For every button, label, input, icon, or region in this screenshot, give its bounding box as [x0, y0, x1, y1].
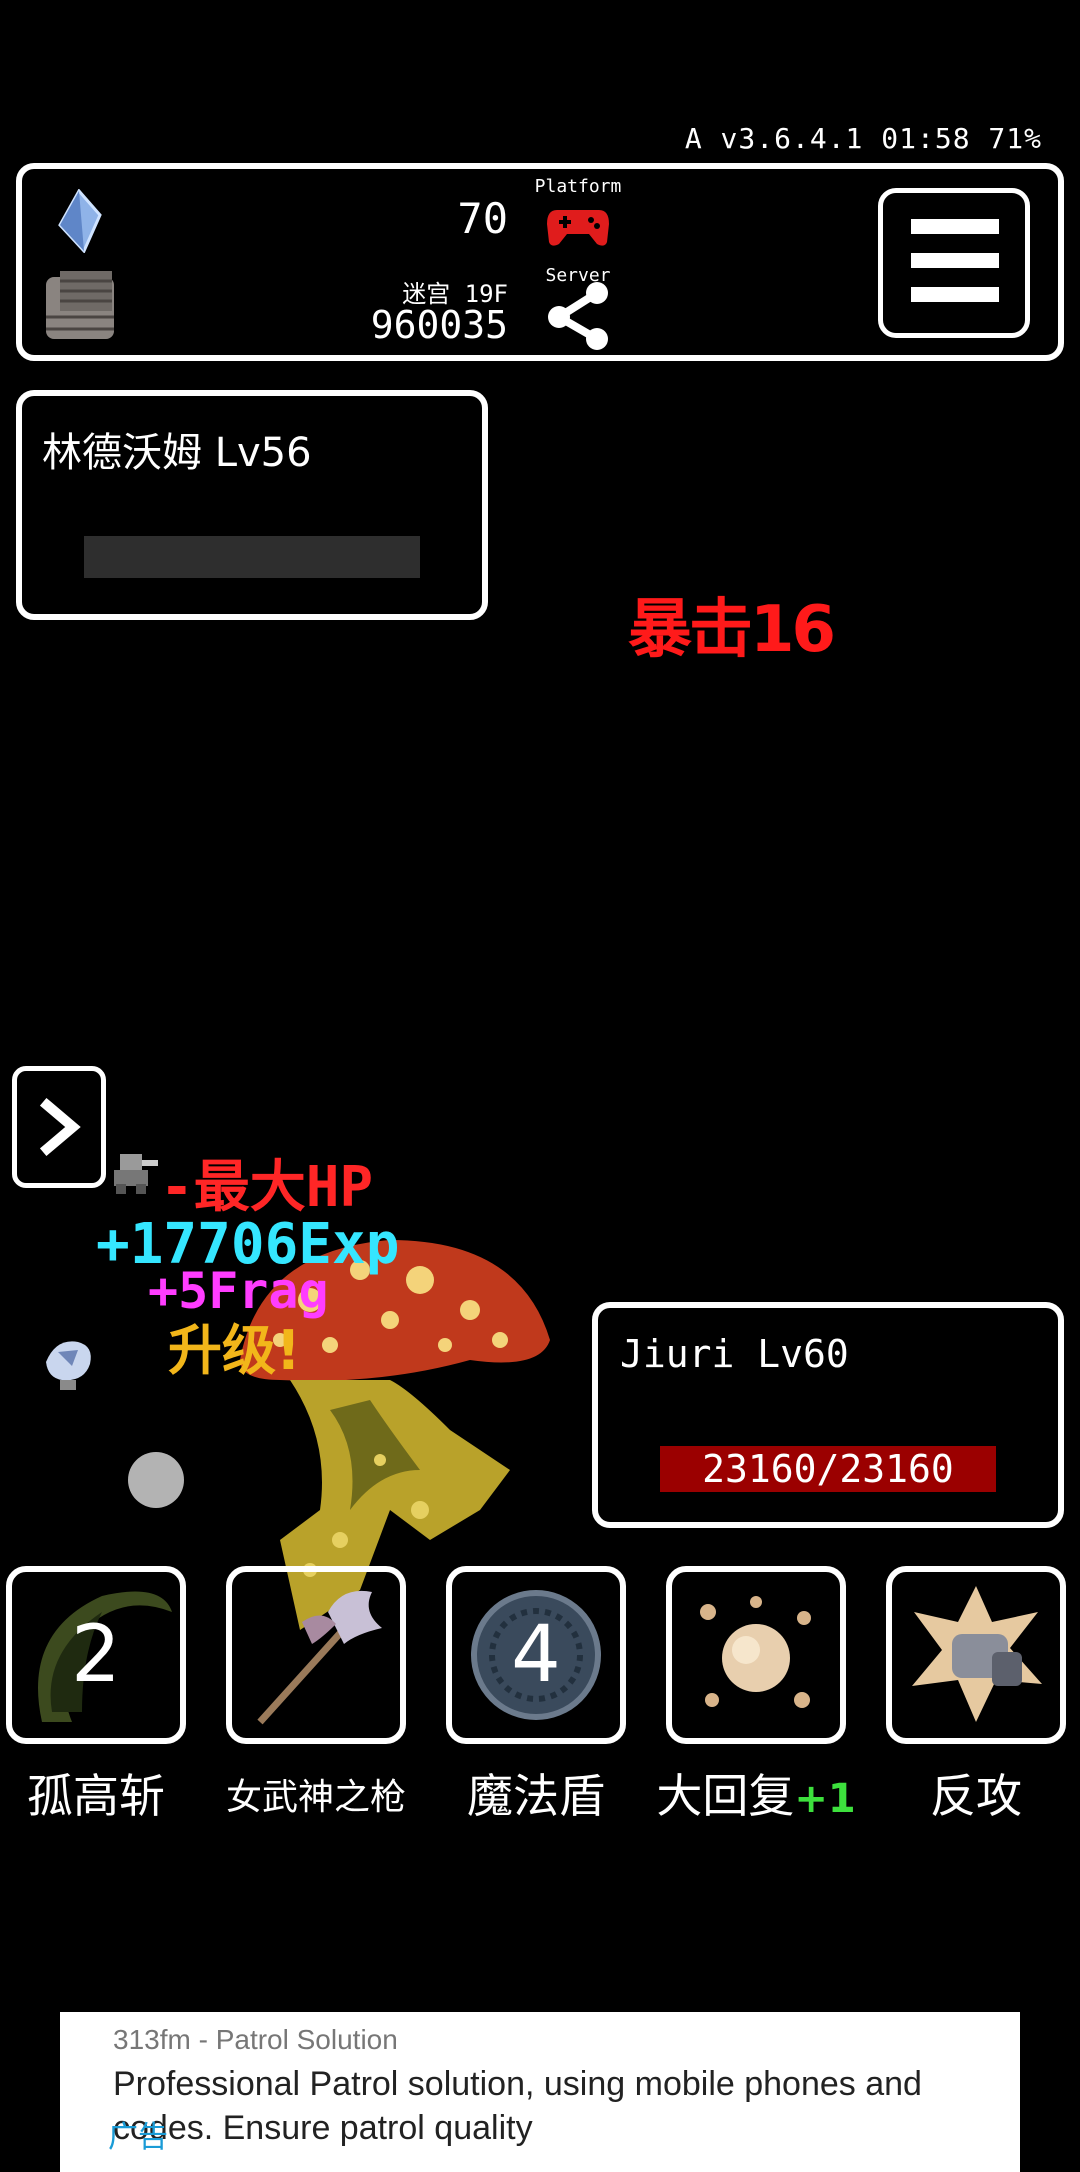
- skill-label: 魔法盾: [467, 1769, 605, 1823]
- crit-text: 暴击16: [628, 593, 836, 667]
- ad-source[interactable]: 313fm - Patrol Solution: [113, 2024, 398, 2056]
- player-bar: [84, 536, 420, 578]
- skill-count: 2: [71, 1610, 121, 1700]
- ad-text[interactable]: Professional Patrol solution, using mobi…: [113, 2062, 993, 2150]
- chevron-right-icon: [39, 1097, 81, 1157]
- skill-label: 反攻: [930, 1769, 1022, 1823]
- share-icon[interactable]: [545, 281, 611, 351]
- platform-label: Platform: [534, 176, 622, 197]
- gem-count: 70: [457, 194, 508, 243]
- heal-burst-icon: [700, 1596, 811, 1708]
- skill-bonus: +1: [794, 1776, 856, 1822]
- counter-fist-icon: [912, 1586, 1042, 1722]
- skill-slot-1[interactable]: 2: [6, 1566, 186, 1744]
- skill-slot-2[interactable]: [226, 1566, 406, 1744]
- ad-body: Professional Patrol solution, using mobi…: [113, 2065, 922, 2147]
- skill-slot-5[interactable]: [886, 1566, 1066, 1744]
- player-name-level: 林德沃姆 Lv56: [42, 430, 312, 476]
- skill-label: 孤高斩: [27, 1769, 165, 1823]
- skill-label-with-bonus: 大回复+1: [646, 1760, 866, 1826]
- halberd-icon: [257, 1590, 382, 1725]
- pet-sprite: [46, 1341, 91, 1390]
- skill-label: 大回复: [656, 1769, 795, 1823]
- hp-float-text: -最大HP: [160, 1155, 374, 1220]
- skill-label: 女武神之枪: [225, 1777, 406, 1818]
- score-value: 960035: [370, 303, 508, 347]
- level-up-float-text: 升级!: [168, 1319, 301, 1382]
- gamepad-icon[interactable]: [545, 202, 611, 250]
- enemy-hp-bar: 23160/23160: [660, 1446, 996, 1492]
- skill-slot-3[interactable]: 4: [446, 1566, 626, 1744]
- skill-count: 4: [511, 1610, 561, 1700]
- hamburger-menu-icon[interactable]: [878, 188, 1030, 338]
- expand-arrow-button[interactable]: [12, 1066, 106, 1188]
- skill-slot-4[interactable]: [666, 1566, 846, 1744]
- enemy-name-level: Jiuri Lv60: [620, 1332, 849, 1376]
- hero-sprite: [114, 1154, 158, 1194]
- brick-floor-icon: [46, 271, 114, 339]
- joystick-dot[interactable]: [128, 1452, 184, 1508]
- status-line: A v3.6.4.1 01:58 71%: [684, 122, 1042, 155]
- crystal-icon: [58, 189, 102, 253]
- ad-tag: 广告: [108, 2120, 168, 2155]
